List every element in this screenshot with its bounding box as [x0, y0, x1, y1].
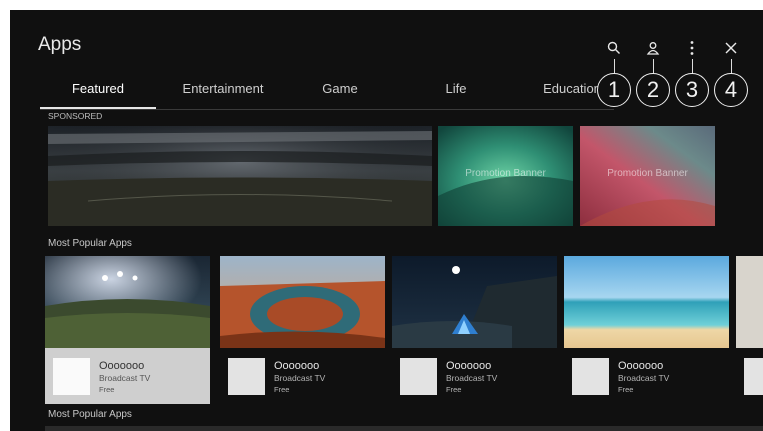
close-button[interactable]	[720, 37, 742, 59]
app-thumbnail	[736, 256, 763, 348]
app-card[interactable]: Ooooooo Broadcast TV Free	[220, 256, 385, 404]
app-category: Broadcast TV	[99, 373, 151, 383]
account-icon	[646, 42, 660, 55]
app-price: Free	[274, 385, 290, 394]
app-price: Free	[446, 385, 462, 394]
tab-entertainment[interactable]: Entertainment	[164, 78, 282, 109]
close-icon	[725, 42, 737, 54]
promotion-banner-label: Promotion Banner	[607, 168, 688, 179]
callout-2: 2	[636, 73, 670, 107]
app-thumbnail	[45, 256, 210, 348]
promotion-banner-2[interactable]: Promotion Banner	[580, 126, 715, 226]
search-button[interactable]	[603, 37, 625, 59]
app-icon	[228, 358, 265, 395]
next-row-preview	[45, 426, 763, 431]
app-icon	[744, 358, 763, 395]
page-title: Apps	[38, 34, 82, 55]
app-category: Broadcast TV	[446, 373, 498, 383]
promotion-banner-1[interactable]: Promotion Banner	[438, 126, 573, 226]
account-button[interactable]	[642, 37, 664, 59]
app-card[interactable]: Ooooooo Broadcast TV Free	[392, 256, 557, 404]
category-tabs: Featured Entertainment Game Life Educati…	[40, 76, 614, 110]
sponsored-label: SPONSORED	[48, 111, 103, 121]
app-name: Ooooooo	[274, 360, 320, 372]
promotion-banner-label: Promotion Banner	[465, 168, 546, 179]
callout-line	[692, 59, 693, 74]
callout-4: 4	[714, 73, 748, 107]
tab-game[interactable]: Game	[294, 78, 386, 109]
apps-screen: Apps Featured Entertainment Game Life Ed…	[10, 10, 763, 431]
more-options-icon	[690, 41, 694, 55]
tab-life[interactable]: Life	[408, 78, 504, 109]
app-thumbnail	[392, 256, 557, 348]
tab-featured[interactable]: Featured	[40, 78, 156, 109]
callout-line	[731, 59, 732, 74]
app-icon	[53, 358, 90, 395]
app-category: Broadcast TV	[274, 373, 326, 383]
section-title-most-popular-2: Most Popular Apps	[48, 409, 132, 420]
app-icon	[572, 358, 609, 395]
callout-1: 1	[597, 73, 631, 107]
search-icon	[607, 41, 620, 54]
app-price: Free	[618, 385, 634, 394]
app-category: Broadcast TV	[618, 373, 670, 383]
app-name: Ooooooo	[618, 360, 664, 372]
callout-line	[614, 59, 615, 74]
app-price: Free	[99, 385, 115, 394]
app-card[interactable]: Ooooooo Broadcast TV Free	[564, 256, 729, 404]
app-thumbnail	[564, 256, 729, 348]
callout-line	[653, 59, 654, 74]
more-options-button[interactable]	[681, 37, 703, 59]
app-name: Ooooooo	[446, 360, 492, 372]
sponsored-banner-stadium[interactable]	[48, 126, 432, 226]
callout-3: 3	[675, 73, 709, 107]
section-title-most-popular: Most Popular Apps	[48, 238, 132, 249]
app-card-partial[interactable]	[736, 256, 763, 404]
app-card[interactable]: Ooooooo Broadcast TV Free	[45, 256, 210, 404]
stadium-banner-image	[48, 126, 432, 226]
app-thumbnail	[220, 256, 385, 348]
app-icon	[400, 358, 437, 395]
app-name: Ooooooo	[99, 360, 145, 372]
